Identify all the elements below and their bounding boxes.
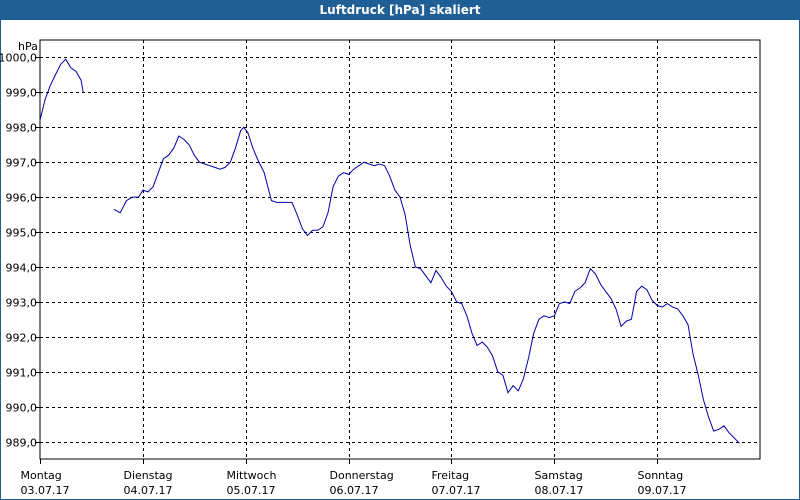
x-tick-date-label: 04.07.17 bbox=[124, 484, 173, 497]
pressure-line-chart: 989,0 990,0 991,0 992,0 993,0 994,0 995,0 996,0… bbox=[0, 39, 761, 497]
y-tick-label: 996,0 bbox=[6, 192, 38, 205]
x-tick-date-label: 07.07.17 bbox=[432, 484, 481, 497]
y-tick-label: 998,0 bbox=[6, 122, 38, 135]
x-tick-day-label: Samstag bbox=[535, 469, 583, 482]
x-tick-date-label: 05.07.17 bbox=[227, 484, 276, 497]
x-tick-date-label: 03.07.17 bbox=[21, 484, 70, 497]
y-tick-label: 995,0 bbox=[6, 227, 38, 240]
x-tick-day-label: Dienstag bbox=[124, 469, 173, 482]
y-tick-label: 999,0 bbox=[6, 87, 38, 100]
plot-area bbox=[39, 39, 761, 460]
y-tick-label: 992,0 bbox=[6, 332, 38, 345]
y-tick-label: 990,0 bbox=[6, 402, 38, 415]
x-tick-day-label: Mittwoch bbox=[227, 469, 277, 482]
y-tick-label: 1000,0 bbox=[0, 52, 37, 65]
x-tick-day-label: Sonntag bbox=[638, 469, 684, 482]
x-tick-date-label: 09.07.17 bbox=[638, 484, 687, 497]
x-tick-date-label: 08.07.17 bbox=[535, 484, 584, 497]
plot-border bbox=[39, 39, 761, 460]
y-axis: 989,0 990,0 991,0 992,0 993,0 994,0 995,0 996,0… bbox=[0, 52, 40, 450]
y-tick-label: 994,0 bbox=[6, 262, 38, 275]
x-tick-day-label: Donnerstag bbox=[330, 469, 394, 482]
x-tick-day-label: Freitag bbox=[432, 469, 470, 482]
y-tick-label: 997,0 bbox=[6, 157, 38, 170]
y-tick-label: 991,0 bbox=[6, 367, 38, 380]
y-tick-label: 993,0 bbox=[6, 297, 38, 310]
x-tick-date-label: 06.07.17 bbox=[330, 484, 379, 497]
x-tick-day-label: Montag bbox=[21, 469, 62, 482]
y-unit-label: hPa bbox=[18, 40, 38, 53]
y-tick-label: 989,0 bbox=[6, 437, 38, 450]
x-axis: Montag 03.07.17 Dienstag 04.07.17 Mittwoch 05… bbox=[21, 459, 687, 497]
